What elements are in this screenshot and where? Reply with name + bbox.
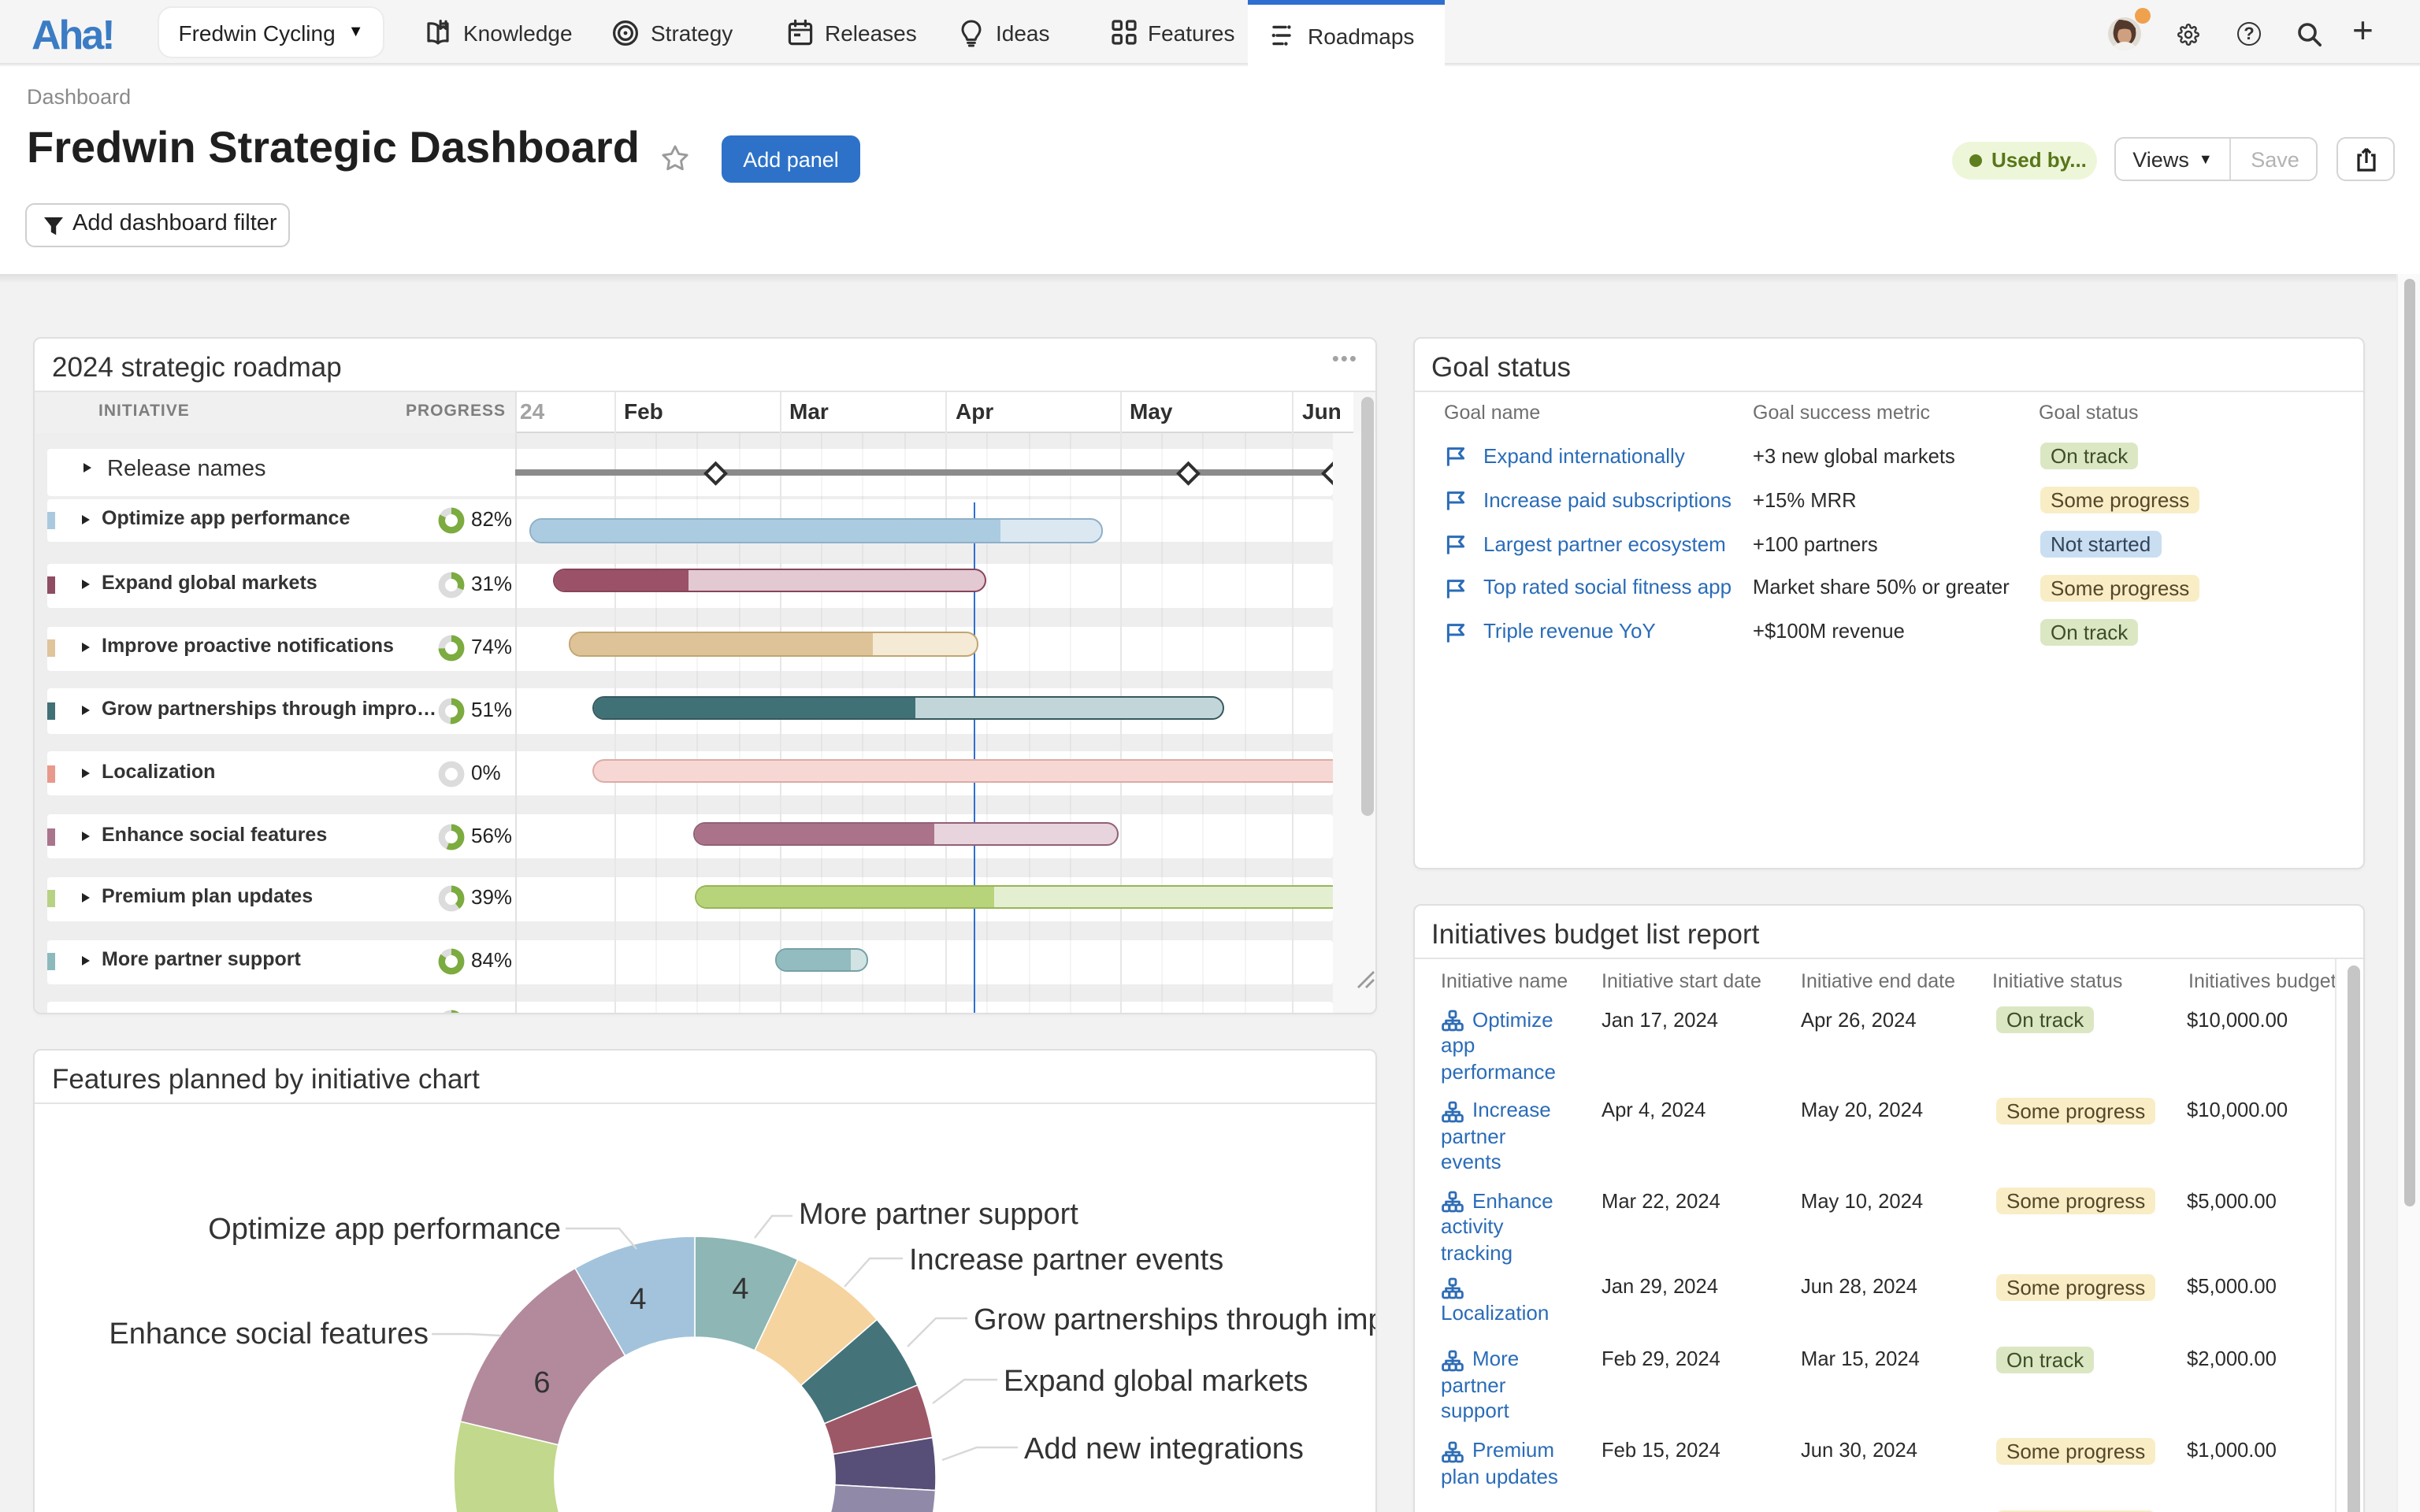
svg-text:Optimize app performance: Optimize app performance: [208, 1213, 561, 1246]
svg-text:More partner support: More partner support: [799, 1198, 1078, 1231]
svg-text:4: 4: [629, 1283, 646, 1316]
svg-text:6: 6: [533, 1366, 550, 1399]
svg-text:Add new integrations: Add new integrations: [1024, 1432, 1304, 1466]
svg-text:Enhance social features: Enhance social features: [109, 1317, 429, 1351]
svg-text:Increase partner events: Increase partner events: [909, 1243, 1223, 1277]
svg-text:Expand global markets: Expand global markets: [1004, 1365, 1308, 1398]
svg-text:Grow partnerships through impr: Grow partnerships through improv: [974, 1303, 1377, 1336]
svg-text:4: 4: [732, 1273, 748, 1306]
